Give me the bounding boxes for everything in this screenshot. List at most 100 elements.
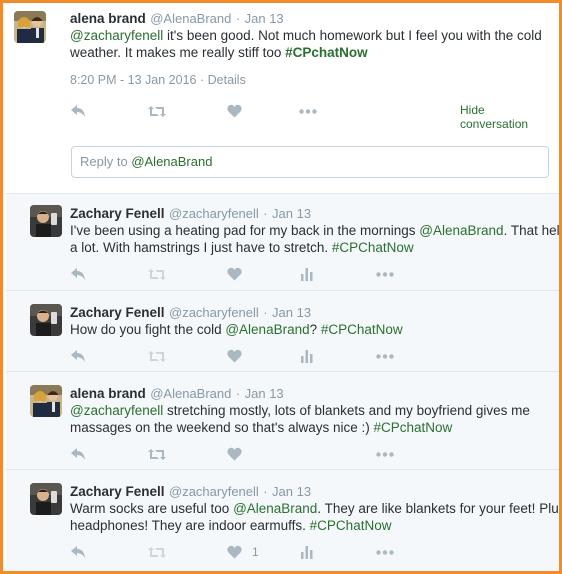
tweet-text-part: . That helps	[503, 223, 560, 238]
more-icon	[376, 549, 394, 555]
like-button[interactable]	[227, 265, 242, 283]
analytics-button[interactable]	[301, 265, 313, 283]
reply-button[interactable]	[70, 445, 86, 463]
author-name[interactable]: Zachary Fenell	[70, 484, 165, 499]
tweet-date[interactable]: Jan 13	[272, 305, 311, 320]
tweet-actions	[70, 445, 470, 463]
like-button[interactable]: 1	[227, 543, 259, 561]
avatar-zachary[interactable]	[30, 205, 62, 237]
main-tweet: alena brand @AlenaBrand · Jan 13 @zachar…	[6, 6, 559, 191]
more-icon	[376, 353, 394, 359]
reply-input[interactable]: Reply to @AlenaBrand	[71, 146, 549, 178]
reply-icon	[71, 448, 85, 460]
avatar-zachary[interactable]	[30, 483, 62, 515]
mention-link[interactable]: @AlenaBrand	[225, 322, 309, 337]
tweet-text-part: stretching mostly, lots of blankets and …	[163, 403, 530, 418]
reply-button[interactable]	[70, 543, 86, 561]
conversation-tweet[interactable]: Zachary Fenell @zacharyfenell · Jan 13 I…	[6, 193, 559, 290]
separator-dot: ·	[199, 73, 205, 87]
reply-icon	[71, 105, 85, 117]
separator-dot: ·	[263, 206, 268, 221]
author-handle[interactable]: @zacharyfenell	[169, 206, 259, 221]
retweet-button[interactable]	[148, 445, 166, 463]
reply-button[interactable]	[70, 102, 86, 120]
analytics-icon	[301, 267, 313, 281]
author-handle[interactable]: @zacharyfenell	[169, 305, 259, 320]
mention-link[interactable]: @zacharyfenell	[70, 403, 163, 418]
author-name[interactable]: alena brand	[70, 386, 146, 401]
reply-icon	[71, 350, 85, 362]
analytics-icon	[301, 545, 313, 559]
hashtag-link[interactable]: #CPchatNow	[285, 45, 368, 60]
more-button[interactable]	[376, 265, 394, 283]
heart-icon	[227, 104, 242, 118]
more-button[interactable]	[376, 445, 394, 463]
author-handle[interactable]: @zacharyfenell	[169, 484, 259, 499]
tweet-text: How do you fight the cold @AlenaBrand? #…	[70, 321, 550, 338]
tweet-header: alena brand @AlenaBrand · Jan 13	[70, 10, 284, 28]
tweet-text: @zacharyfenell stretching mostly, lots o…	[70, 402, 550, 436]
avatar-alena[interactable]	[14, 11, 46, 43]
retweet-button[interactable]	[148, 347, 166, 365]
like-button[interactable]	[227, 445, 242, 463]
mention-link[interactable]: @AlenaBrand	[419, 223, 503, 238]
tweet-date[interactable]: Jan 13	[245, 386, 284, 401]
hashtag-link[interactable]: #CPChatNow	[310, 518, 392, 533]
conversation-tweet[interactable]: Zachary Fenell @zacharyfenell · Jan 13 W…	[6, 470, 562, 571]
more-button[interactable]	[299, 102, 317, 120]
tweet-text-part: Warm socks are useful too	[70, 501, 234, 516]
tweet-header: Zachary Fenell @zacharyfenell · Jan 13	[70, 483, 311, 501]
reply-button[interactable]	[70, 265, 86, 283]
avatar-zachary[interactable]	[30, 304, 62, 336]
hashtag-link[interactable]: #CPChatNow	[332, 240, 414, 255]
author-handle[interactable]: @AlenaBrand	[150, 386, 231, 401]
tweet-date[interactable]: Jan 13	[272, 484, 311, 499]
author-name[interactable]: alena brand	[70, 11, 146, 26]
conversation-list: Zachary Fenell @zacharyfenell · Jan 13 I…	[6, 193, 562, 571]
reply-placeholder: Reply to	[80, 154, 132, 169]
hashtag-link[interactable]: #CPchatNow	[374, 420, 453, 435]
more-button[interactable]	[376, 543, 394, 561]
reply-mention: @AlenaBrand	[131, 154, 213, 169]
conversation-tweet[interactable]: Zachary Fenell @zacharyfenell · Jan 13 H…	[6, 291, 559, 371]
tweet-actions	[70, 347, 470, 365]
tweet-date[interactable]: Jan 13	[245, 11, 284, 26]
heart-icon	[227, 349, 242, 363]
hide-conversation-link[interactable]: Hide conversation	[460, 103, 550, 131]
author-name[interactable]: Zachary Fenell	[70, 305, 165, 320]
hashtag-link[interactable]: #CPChatNow	[321, 322, 403, 337]
retweet-button[interactable]	[148, 265, 166, 283]
conversation-tweet[interactable]: alena brand @AlenaBrand · Jan 13 @zachar…	[6, 372, 559, 469]
avatar-alena[interactable]	[30, 385, 62, 417]
analytics-button[interactable]	[301, 347, 313, 365]
more-icon	[299, 108, 317, 114]
tweet-date[interactable]: Jan 13	[272, 206, 311, 221]
separator-dot: ·	[235, 386, 241, 401]
mention-link[interactable]: @AlenaBrand	[233, 501, 317, 516]
retweet-button[interactable]	[148, 543, 166, 561]
retweet-icon	[148, 546, 166, 558]
author-handle[interactable]: @AlenaBrand	[150, 11, 231, 26]
like-count: 1	[252, 545, 259, 559]
heart-icon	[227, 545, 242, 559]
retweet-button[interactable]	[148, 102, 166, 120]
tweet-text-part: . They are like blankets for your feet! …	[317, 501, 562, 516]
more-icon	[376, 451, 394, 457]
tweet-actions: Hide conversation	[70, 102, 550, 131]
tweet-text-part: I've been using a heating pad for my bac…	[70, 223, 420, 238]
mention-link[interactable]: @zacharyfenell	[70, 28, 163, 43]
separator-dot: ·	[263, 305, 268, 320]
like-button[interactable]	[227, 102, 242, 120]
tweet-text-part: weather. It makes me really stiff too	[70, 45, 286, 60]
like-button[interactable]	[227, 347, 242, 365]
tweet-text-part: massages on the weekend so that's always…	[70, 420, 374, 435]
author-name[interactable]: Zachary Fenell	[70, 206, 165, 221]
reply-icon	[71, 546, 85, 558]
tweet-timestamp[interactable]: 8:20 PM - 13 Jan 2016	[70, 73, 196, 87]
retweet-icon	[148, 448, 166, 460]
details-link[interactable]: Details	[208, 73, 246, 87]
analytics-button[interactable]	[301, 543, 313, 561]
reply-button[interactable]	[70, 347, 86, 365]
reply-icon	[71, 268, 85, 280]
more-button[interactable]	[376, 347, 394, 365]
